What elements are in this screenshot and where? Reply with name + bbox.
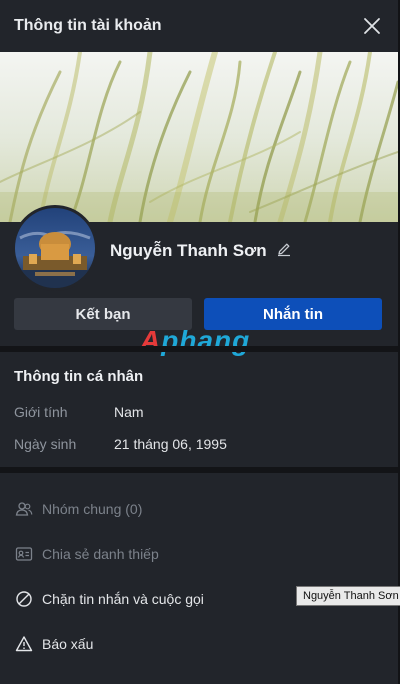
menu-item-report[interactable]: Báo xấu xyxy=(0,624,398,664)
section-divider xyxy=(0,346,398,352)
avatar[interactable] xyxy=(12,205,98,291)
close-button[interactable] xyxy=(358,12,386,40)
profile-name: Nguyễn Thanh Sơn xyxy=(110,241,267,260)
personal-info-title: Thông tin cá nhân xyxy=(14,368,144,385)
account-info-panel: Thông tin tài khoản Nguyễn Thanh Sơn Kết… xyxy=(0,0,400,684)
gender-label: Giới tính xyxy=(14,404,68,420)
menu-item-common-groups[interactable]: Nhóm chung (0) xyxy=(0,489,398,529)
menu-label: Báo xấu xyxy=(42,636,94,652)
menu-label: Chia sẻ danh thiếp xyxy=(42,546,159,562)
warning-icon xyxy=(14,634,34,654)
menu-label: Nhóm chung (0) xyxy=(42,501,143,517)
birthday-value: 21 tháng 06, 1995 xyxy=(114,436,227,452)
panel-header: Thông tin tài khoản xyxy=(0,0,398,52)
grass-cover-image xyxy=(0,52,398,222)
menu-item-share-card[interactable]: Chia sẻ danh thiếp xyxy=(0,534,398,574)
cover-photo xyxy=(0,52,398,222)
name-tooltip: Nguyễn Thanh Sơn xyxy=(296,586,400,606)
contact-card-icon xyxy=(14,544,34,564)
pencil-icon xyxy=(278,243,290,257)
panel-title: Thông tin tài khoản xyxy=(14,17,162,34)
birthday-label: Ngày sinh xyxy=(14,436,77,452)
menu-label: Chặn tin nhắn và cuộc gọi xyxy=(42,591,204,607)
block-icon xyxy=(14,589,34,609)
section-divider xyxy=(0,467,398,473)
edit-name-button[interactable] xyxy=(276,241,294,259)
gender-value: Nam xyxy=(114,404,144,420)
close-icon xyxy=(364,18,380,34)
watermark-logo: Aphang xyxy=(140,325,250,357)
group-icon xyxy=(14,499,34,519)
avatar-image xyxy=(15,208,95,288)
